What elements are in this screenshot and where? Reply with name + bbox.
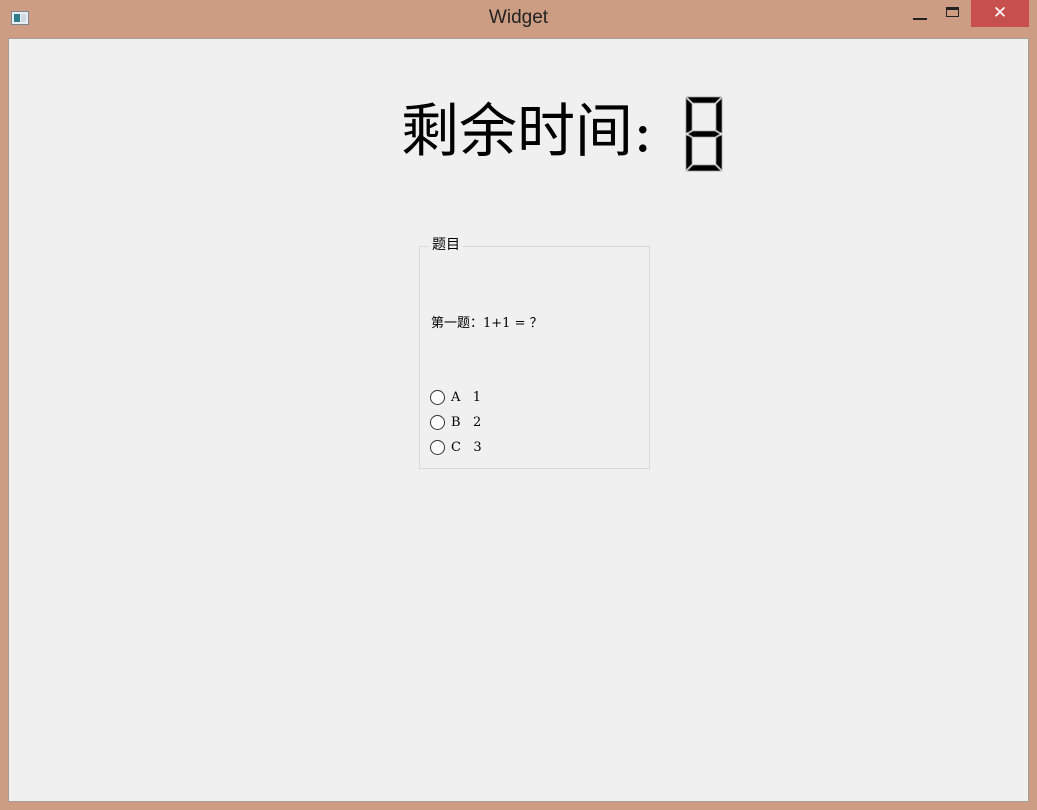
close-button[interactable]: ✕ bbox=[971, 0, 1029, 27]
option-c-radio[interactable]: C 3 bbox=[430, 437, 482, 457]
lcd-segment-b bbox=[715, 97, 723, 134]
lcd-segment-g bbox=[687, 130, 721, 138]
radio-circle-icon[interactable] bbox=[430, 389, 445, 405]
lcd-segment-c bbox=[715, 134, 723, 171]
question-groupbox bbox=[419, 246, 650, 469]
option-b-label[interactable]: B 2 bbox=[451, 415, 481, 430]
question-text: 第一题：1+1 = ？ bbox=[431, 316, 543, 331]
close-icon: ✕ bbox=[992, 3, 1008, 23]
remaining-time-label: 剩余时间: bbox=[401, 97, 653, 165]
radio-circle-icon[interactable] bbox=[430, 414, 445, 430]
radio-circle-icon[interactable] bbox=[430, 439, 445, 455]
lcd-segment-e bbox=[685, 134, 693, 171]
app-window: Widget ✕ 剩余时间: 题目 第一题：1+1 = ？ A 1 B 2 C … bbox=[0, 0, 1037, 810]
minimize-button[interactable] bbox=[906, 0, 934, 27]
title-bar[interactable]: Widget ✕ bbox=[0, 0, 1037, 38]
maximize-button[interactable] bbox=[937, 0, 967, 27]
groupbox-title: 题目 bbox=[429, 236, 463, 254]
option-a-label[interactable]: A 1 bbox=[451, 390, 481, 405]
lcd-segment-d bbox=[686, 164, 722, 172]
option-c-label[interactable]: C 3 bbox=[451, 440, 482, 455]
option-a-radio[interactable]: A 1 bbox=[430, 387, 481, 407]
lcd-segment-f bbox=[685, 97, 693, 134]
client-area: 剩余时间: 题目 第一题：1+1 = ？ A 1 B 2 C 3 bbox=[8, 38, 1029, 802]
lcd-segment-a bbox=[686, 96, 722, 104]
countdown-lcd-display bbox=[685, 96, 723, 172]
option-b-radio[interactable]: B 2 bbox=[430, 412, 481, 432]
window-title: Widget bbox=[488, 7, 549, 28]
